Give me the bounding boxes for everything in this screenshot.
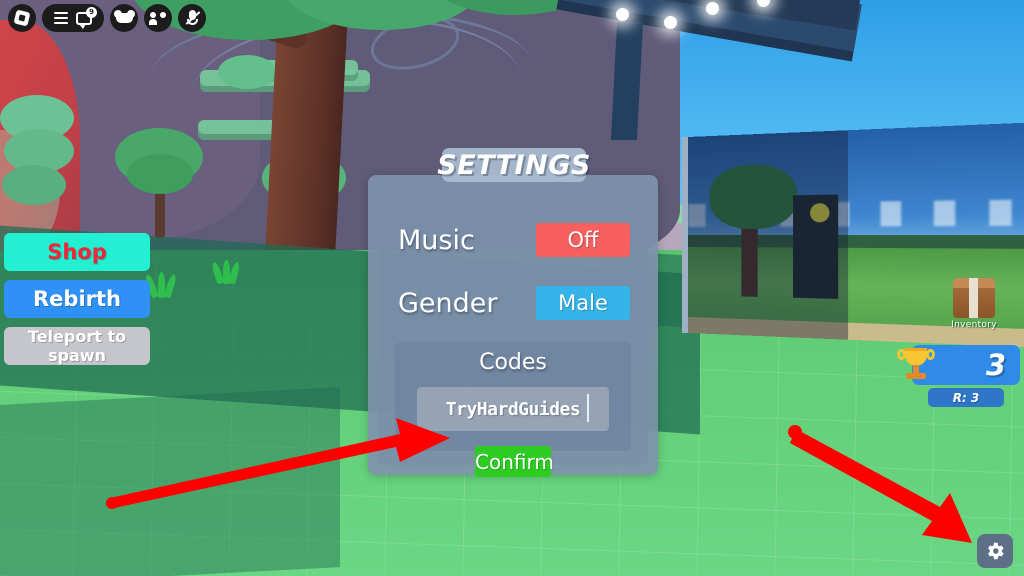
background-tree [218,55,278,95]
codes-title: Codes [479,350,547,375]
mic-button[interactable] [178,4,206,32]
settings-row-gender: Gender Male [398,284,630,322]
roblox-logo-button[interactable] [8,4,36,32]
hamburger-icon[interactable] [54,12,68,24]
rank-badge: R: 3 [928,388,1004,407]
gender-label: Gender [398,287,498,319]
codes-input[interactable] [417,387,609,431]
gamepad-button[interactable] [110,4,138,32]
settings-panel-title: SETTINGS [437,148,591,182]
inventory-label: Inventory [951,320,997,330]
tree-foliage [127,154,193,194]
gear-icon [988,542,1004,560]
text-caret [587,394,589,422]
settings-row-music: Music Off [398,221,630,259]
people-icon [149,11,167,25]
roblox-topbar: 9 [8,4,206,32]
rebirth-button[interactable]: Rebirth [4,280,150,318]
settings-inner-panel: Music Off Gender Male Codes Confirm [378,189,648,477]
shop-button[interactable]: Shop [4,233,150,271]
tree-foliage [218,55,276,89]
gender-toggle-button[interactable]: Male [536,286,630,320]
left-menu-buttons: Shop Rebirth Teleport to spawn [4,233,150,374]
roblox-logo-icon [13,9,31,27]
stats-panel: 3 R: 3 [897,345,1020,407]
ground-shadow [0,387,340,576]
tree-foliage [2,165,66,205]
billboard-shadow [688,130,848,340]
chat-badge: 9 [86,6,97,18]
trophy-value: 3 [985,347,1006,382]
grass-tuft [210,258,241,285]
inventory-box-icon [953,278,995,318]
music-toggle-button[interactable]: Off [536,223,630,257]
players-button[interactable] [144,4,172,32]
settings-panel: Music Off Gender Male Codes Confirm [368,175,658,477]
grass-tuft [144,268,178,299]
codes-section: Codes Confirm [395,342,631,477]
chat-bubble-icon[interactable]: 9 [76,6,97,29]
background-tree [0,95,80,225]
microphone-muted-icon [185,10,201,26]
canopy-light [706,2,719,15]
settings-gear-button[interactable] [977,534,1013,568]
game-screen: 9 Shop Rebirth Teleport to spawn Invento… [0,0,1024,576]
trophy-icon [897,346,935,384]
confirm-button[interactable]: Confirm [475,446,554,477]
background-tree [115,128,205,238]
gamepad-icon [113,10,135,23]
inventory-button[interactable]: Inventory [942,278,1006,330]
teleport-to-spawn-button[interactable]: Teleport to spawn [4,327,150,365]
music-label: Music [398,224,475,256]
canopy-light [664,16,677,29]
canopy-light [616,8,629,21]
menu-chat-group[interactable]: 9 [42,4,104,32]
trophy-stat: 3 [897,345,1020,385]
